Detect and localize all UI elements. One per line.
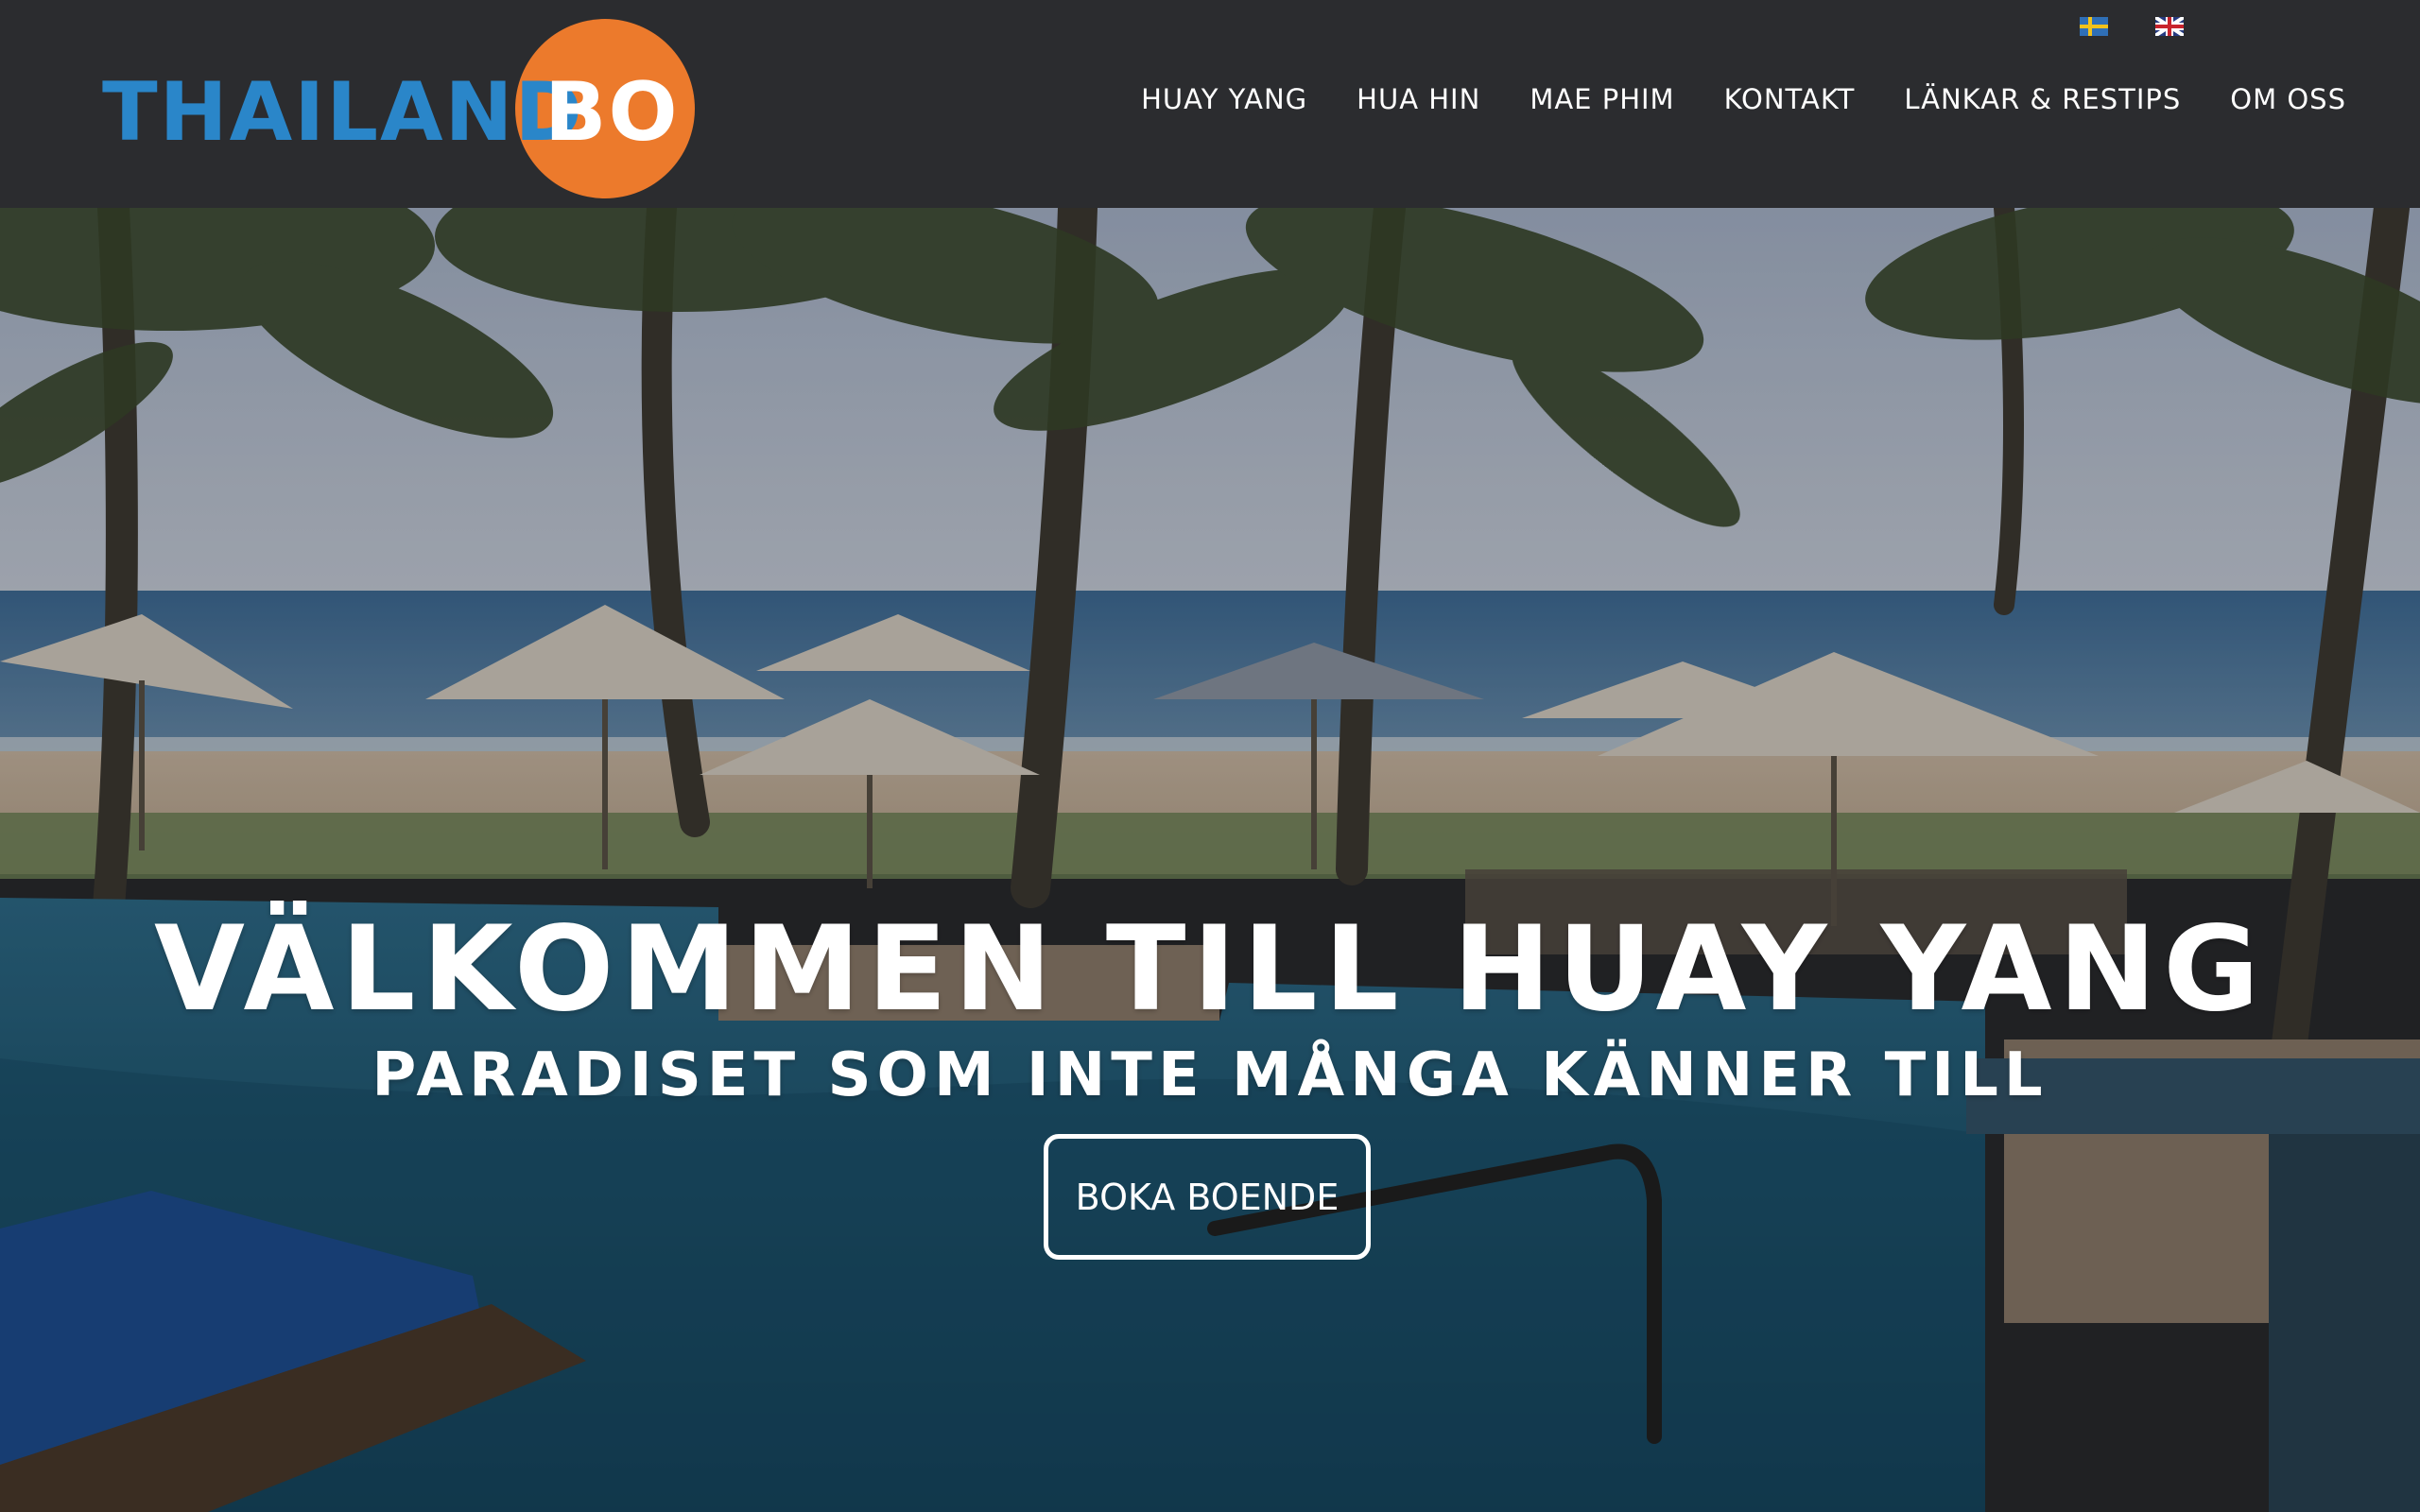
nav-item-om-oss[interactable]: OM OSS: [2230, 83, 2346, 115]
nav-item-huay-yang[interactable]: HUAY YANG: [1141, 83, 1307, 115]
page: THAILAND BO HUAY YANG HUA HIN MAE PHIM K…: [0, 0, 2420, 1512]
hero-subtitle: PARADISET SOM INTE MÅNGA KÄNNER TILL: [372, 1040, 2048, 1111]
main-nav: HUAY YANG HUA HIN MAE PHIM KONTAKT LÄNKA…: [1141, 83, 2346, 115]
language-switcher: [2080, 17, 2184, 36]
site-header: THAILAND BO HUAY YANG HUA HIN MAE PHIM K…: [0, 0, 2420, 208]
hero-section: VÄLKOMMEN TILL HUAY YANG PARADISET SOM I…: [0, 208, 2420, 1512]
nav-item-mae-phim[interactable]: MAE PHIM: [1530, 83, 1674, 115]
nav-item-kontakt[interactable]: KONTAKT: [1724, 83, 1856, 115]
logo-text-thailand: THAILAND: [102, 65, 584, 160]
english-flag-icon[interactable]: [2155, 17, 2184, 36]
nav-item-hua-hin[interactable]: HUA HIN: [1357, 83, 1480, 115]
hero-title: VÄLKOMMEN TILL HUAY YANG: [154, 902, 2266, 1039]
book-accommodation-button[interactable]: BOKA BOENDE: [1044, 1134, 1371, 1260]
logo-text-bo: BO: [544, 65, 680, 160]
swedish-flag-icon[interactable]: [2080, 17, 2108, 36]
hero-overlay: [0, 208, 2420, 1512]
nav-item-lankar-restips[interactable]: LÄNKAR & RESTIPS: [1904, 83, 2181, 115]
site-logo[interactable]: THAILAND BO: [102, 19, 695, 198]
